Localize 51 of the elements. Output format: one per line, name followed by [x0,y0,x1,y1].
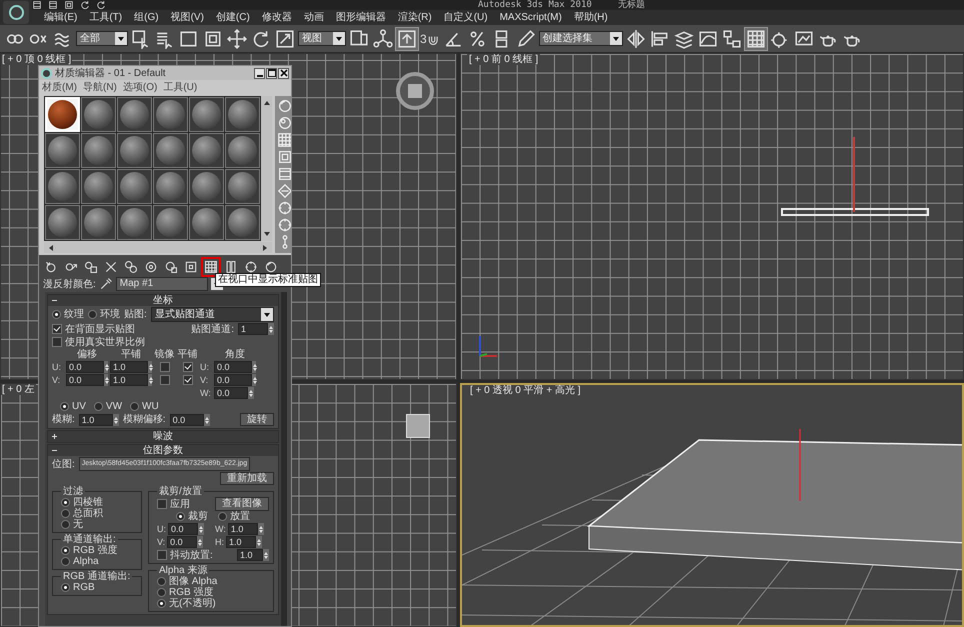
axis-label: H: [215,536,224,548]
radio-label: RGB 强度 [73,545,118,556]
document-title: 无标题 [618,0,645,10]
group-title: 裁剪/放置 [158,486,203,497]
checkbox-label: 抖动放置: [170,550,213,560]
axis-label: U: [200,362,210,372]
radio-label: 纹理 [64,309,84,320]
field-label: 模糊偏移: [122,414,166,425]
radio-label: 裁剪 [188,511,208,522]
radio-label: UV [72,400,86,412]
app-title: Autodesk 3ds Max 2010 [478,0,592,10]
radio-label: 放置 [230,511,250,522]
field-label: 漫反射颜色: [43,278,96,290]
column-header: 偏移 [76,349,98,360]
radio-label: RGB [73,582,95,593]
group-title: Alpha 来源 [158,565,208,576]
radio-label: RGB 强度 [169,587,214,598]
field-label: 贴图: [124,309,147,320]
checkbox-label: 使用真实世界比例 [65,336,145,348]
group-title: 过滤 [62,486,83,497]
field-label: 贴图通道: [191,324,234,334]
checkbox-label: 在背面显示贴图 [65,324,135,334]
tooltip: 在视口中显示标准贴图 [215,273,321,287]
group-title: RGB 通道输出: [62,571,132,582]
axis-label: U: [52,362,62,372]
axis-label: W: [200,388,212,398]
rollout-title: 位图参数 [143,445,183,456]
radio-label: 无 [73,519,83,530]
radio-label: WU [142,400,159,412]
axis-label: U: [157,524,166,534]
window-title: 材质编辑器 - 01 - Default [55,68,167,78]
column-header: 角度 [224,349,246,360]
field-label: 模糊: [52,414,75,425]
radio-label: 总面积 [73,508,103,519]
radio-label: 四棱锥 [73,497,103,508]
radio-label: 无(不透明) [169,598,216,609]
column-header: 镜像 [154,349,175,360]
snap-dimension-label: 3 [420,32,427,46]
rollout-title: 坐标 [153,295,173,306]
axis-label: W: [215,524,226,534]
radio-label: VW [106,400,122,412]
field-label: 位图: [52,458,75,470]
rollout-title: 噪波 [153,431,173,442]
radio-label: 环境 [100,309,120,320]
radio-label: 图像 Alpha [169,576,218,587]
radio-label: Alpha [73,556,99,567]
column-header: 平铺 [177,349,198,360]
group-title: 单通道输出: [62,534,116,545]
axis-label: V: [157,536,166,548]
column-header: 平铺 [120,349,142,360]
checkbox-label: 应用 [170,498,190,510]
